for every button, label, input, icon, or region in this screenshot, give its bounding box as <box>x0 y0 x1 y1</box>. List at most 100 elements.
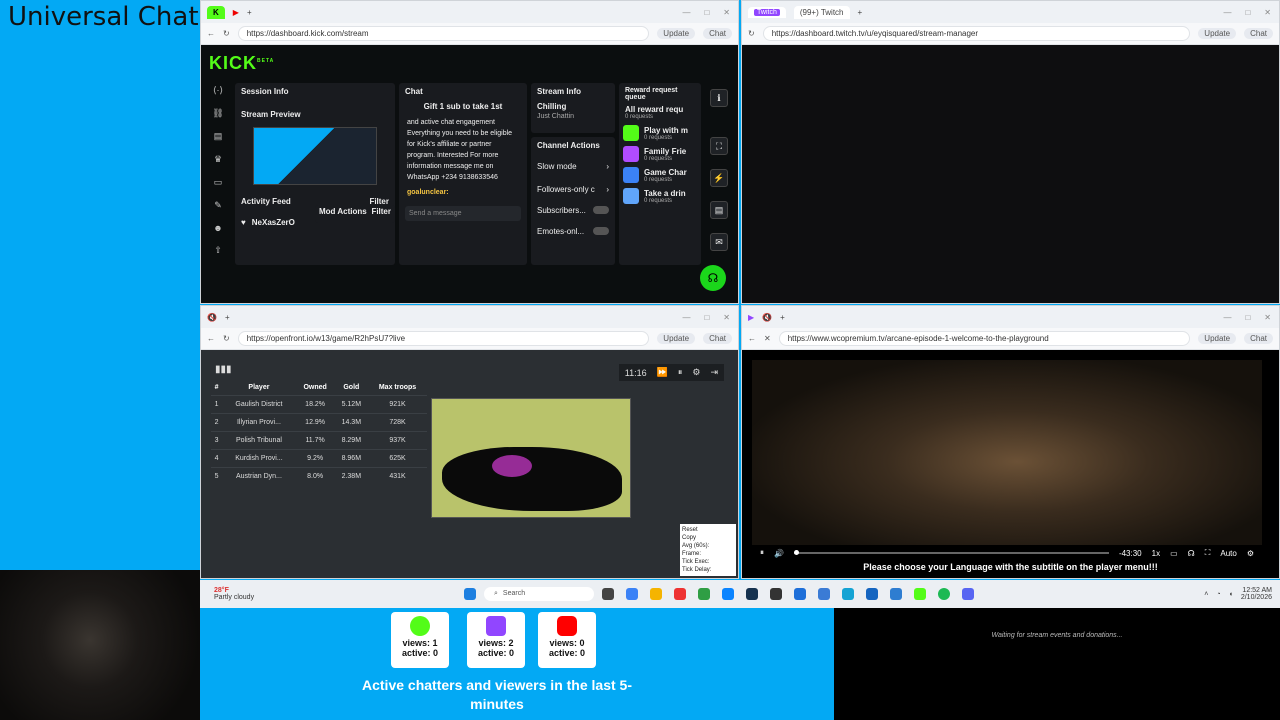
app-icon[interactable] <box>698 588 710 600</box>
info-icon[interactable]: ℹ <box>710 89 728 107</box>
update-button[interactable]: Update <box>657 28 696 39</box>
update-button[interactable]: Update <box>1198 333 1237 344</box>
app-icon[interactable] <box>794 588 806 600</box>
app-icon[interactable] <box>674 588 686 600</box>
twitch-notifications-tab[interactable]: (99+) Twitch <box>793 5 850 19</box>
app-icon[interactable] <box>842 588 854 600</box>
chat-username[interactable]: goalunclear: <box>399 187 527 198</box>
stream-preview-thumbnail[interactable] <box>253 127 377 185</box>
app-icon[interactable] <box>890 588 902 600</box>
steam-icon[interactable] <box>746 588 758 600</box>
analytics-icon[interactable]: ▤ <box>214 131 223 142</box>
all-rewards-label[interactable]: All reward requ <box>619 105 701 114</box>
gear-icon[interactable]: ⚙ <box>692 367 700 378</box>
trophy-icon[interactable]: ♛ <box>214 154 222 165</box>
minimize-icon[interactable]: — <box>682 8 690 17</box>
copilot-chat-button[interactable]: Chat <box>703 333 732 344</box>
reward-item[interactable]: Family Frie 0 requests <box>623 146 697 162</box>
media-icon[interactable]: ▭ <box>214 177 223 188</box>
slow-mode-row[interactable]: Slow mode › <box>531 154 615 179</box>
weather-widget[interactable]: 28°F Partly cloudy <box>200 587 340 601</box>
fast-forward-icon[interactable]: ⏩ <box>657 367 668 378</box>
app-icon[interactable] <box>770 588 782 600</box>
video-frame[interactable] <box>752 360 1262 545</box>
discord-icon[interactable] <box>962 588 974 600</box>
taskbar-search[interactable]: ⌕ Search <box>484 587 594 601</box>
clock[interactable]: 12:52 AM 2/10/2026 <box>1241 587 1272 601</box>
fullscreen-icon[interactable]: ⛶ <box>1205 548 1211 558</box>
leaderboard-header[interactable]: Gold <box>335 380 368 396</box>
lightning-icon[interactable]: ⚡ <box>710 169 728 187</box>
leaderboard-header[interactable]: Player <box>222 380 295 396</box>
wifi-icon[interactable]: ◔ <box>1216 591 1220 598</box>
leaderboard-header[interactable]: Max troops <box>368 380 427 396</box>
twitch-url-field[interactable]: https://dashboard.twitch.tv/u/eyqisquare… <box>762 26 1191 41</box>
captions-icon[interactable]: ▭ <box>1170 549 1178 558</box>
video-player[interactable]: ⏸ 🔊 -43:30 1x ▭ ☊ ⛶ Auto ⚙ Please choose… <box>742 350 1279 578</box>
kick-app-icon[interactable] <box>914 588 926 600</box>
refresh-icon[interactable]: ↻ <box>223 334 230 343</box>
copilot-chat-button[interactable]: Chat <box>703 28 732 39</box>
pause-icon[interactable]: ⏸ <box>760 548 764 558</box>
expand-icon[interactable]: ⛶ <box>710 137 728 155</box>
leaderboard-header[interactable]: # <box>211 380 222 396</box>
emotes-only-row[interactable]: Emotes-onl... <box>531 221 615 242</box>
kick-url-field[interactable]: https://dashboard.kick.com/stream <box>237 26 650 41</box>
users-icon[interactable]: ☻ <box>213 223 222 233</box>
new-tab-button[interactable]: + <box>225 313 230 322</box>
refresh-icon[interactable]: ↻ <box>748 29 755 38</box>
mute-icon[interactable]: 🔇 <box>207 313 217 322</box>
subscribers-row[interactable]: Subscribers... <box>531 200 615 221</box>
exit-icon[interactable]: ⇥ <box>710 367 718 378</box>
back-icon[interactable]: ← <box>207 29 215 38</box>
mute-icon[interactable]: 🔇 <box>762 313 772 322</box>
leaderboard-icon[interactable]: ▮▮▮ <box>215 364 232 375</box>
reward-item[interactable]: Game Char 0 requests <box>623 167 697 183</box>
maximize-icon[interactable]: □ <box>704 8 709 17</box>
gear-icon[interactable]: ⚙ <box>1247 549 1254 558</box>
table-row[interactable]: 1 Gaulish District 18.2% 5.12M 921K <box>211 395 427 414</box>
update-button[interactable]: Update <box>1198 28 1237 39</box>
upload-icon[interactable]: ⇧ <box>214 245 222 256</box>
chat-bubble-icon[interactable]: ✉ <box>710 233 728 251</box>
game-map[interactable] <box>431 398 631 518</box>
maximize-icon[interactable]: □ <box>1245 8 1250 17</box>
app-icon[interactable] <box>866 588 878 600</box>
edge-icon[interactable] <box>722 588 734 600</box>
back-icon[interactable]: ← <box>748 334 756 343</box>
headset-icon[interactable]: ☊ <box>700 265 726 291</box>
twitch-tab[interactable]: Twitch <box>748 6 786 18</box>
play-tab-icon[interactable]: ▶ <box>748 313 754 322</box>
chevron-up-icon[interactable]: ˄ <box>1204 591 1208 598</box>
pause-icon[interactable]: ⏸ <box>678 367 683 378</box>
table-row[interactable]: 2 Illyrian Provi... 12.9% 14.3M 728K <box>211 413 427 432</box>
close-icon[interactable]: ✕ <box>723 313 730 322</box>
update-button[interactable]: Update <box>657 333 696 344</box>
youtube-tab-icon[interactable]: ▶ <box>233 8 239 17</box>
task-view-icon[interactable] <box>602 588 614 600</box>
maximize-icon[interactable]: □ <box>1245 313 1250 322</box>
volume-icon[interactable]: ◖ <box>1229 591 1233 598</box>
clipboard-icon[interactable]: ▤ <box>710 201 728 219</box>
minimize-icon[interactable]: — <box>1223 8 1231 17</box>
close-icon[interactable]: ✕ <box>1264 313 1271 322</box>
new-tab-button[interactable]: + <box>858 8 863 17</box>
back-icon[interactable]: ← <box>207 334 215 343</box>
headphones-icon[interactable]: ☊ <box>1188 549 1195 558</box>
toggle-switch[interactable] <box>593 227 609 235</box>
mod-filter-button[interactable]: Filter <box>371 207 391 221</box>
toggle-switch[interactable] <box>593 206 609 214</box>
leaderboard-header[interactable]: Owned <box>296 380 335 396</box>
start-icon[interactable] <box>464 588 476 600</box>
table-row[interactable]: 4 Kurdish Provi... 9.2% 8.96M 625K <box>211 449 427 468</box>
copilot-icon[interactable] <box>626 588 638 600</box>
maximize-icon[interactable]: □ <box>704 313 709 322</box>
table-row[interactable]: 3 Polish Tribunal 11.7% 8.29M 937K <box>211 431 427 450</box>
reward-item[interactable]: Play with m0 requests <box>623 125 697 141</box>
followers-only-row[interactable]: Followers-only c › <box>531 179 615 200</box>
new-tab-button[interactable]: + <box>247 8 252 17</box>
close-icon[interactable]: ✕ <box>1264 8 1271 17</box>
app-icon[interactable] <box>818 588 830 600</box>
minimize-icon[interactable]: — <box>1223 313 1231 322</box>
stream-icon[interactable]: ⟨·⟩ <box>213 85 223 96</box>
